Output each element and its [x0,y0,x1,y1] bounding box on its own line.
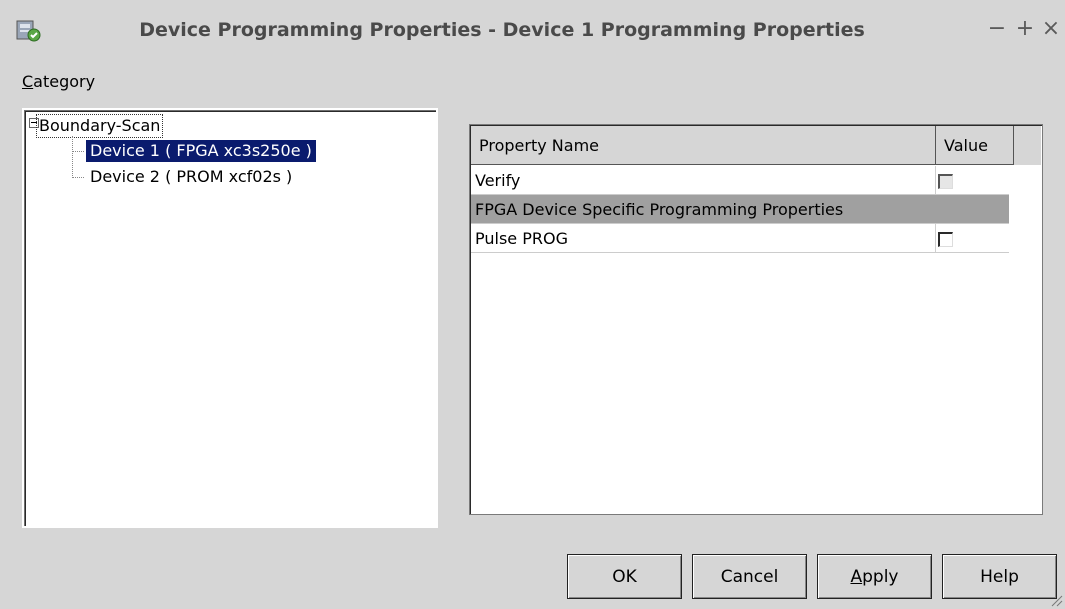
column-header-property-name[interactable]: Property Name [471,126,936,165]
tree-item-device-2[interactable]: Device 2 ( PROM xcf02s ) [86,166,296,188]
tree-item-device-1[interactable]: Device 1 ( FPGA xc3s250e ) [86,140,316,162]
maximize-button[interactable]: + [1014,14,1036,44]
property-name: Verify [475,171,521,190]
property-row-pulse-prog[interactable]: Pulse PROG [471,224,1009,253]
apply-button[interactable]: Apply [817,554,932,599]
title-bar[interactable]: Device Programming Properties - Device 1… [0,0,1065,62]
app-icon [16,20,41,42]
tree-connector [72,136,73,178]
window-title: Device Programming Properties - Device 1… [139,19,865,41]
verify-checkbox[interactable] [938,174,953,189]
cancel-button[interactable]: Cancel [692,554,807,599]
close-button[interactable]: × [1040,14,1062,44]
minimize-button[interactable]: − [986,14,1008,44]
property-group-name: FPGA Device Specific Programming Propert… [475,200,844,219]
column-header-value[interactable]: Value [936,126,1014,165]
tree-connector [72,151,84,152]
tree-root-boundary-scan[interactable]: Boundary-Scan [36,114,164,138]
property-group-row: FPGA Device Specific Programming Propert… [471,195,1009,224]
resize-grip-icon[interactable] [1051,595,1063,607]
ok-button[interactable]: OK [567,554,682,599]
help-button[interactable]: Help [942,554,1057,599]
property-value-cell [935,166,1009,194]
tree-connector [72,177,84,178]
property-value-cell [935,224,1009,252]
pulse-prog-checkbox[interactable] [938,232,953,247]
category-label: Category [22,72,96,91]
property-row-verify[interactable]: Verify [471,166,1009,195]
property-name: Pulse PROG [475,229,568,248]
